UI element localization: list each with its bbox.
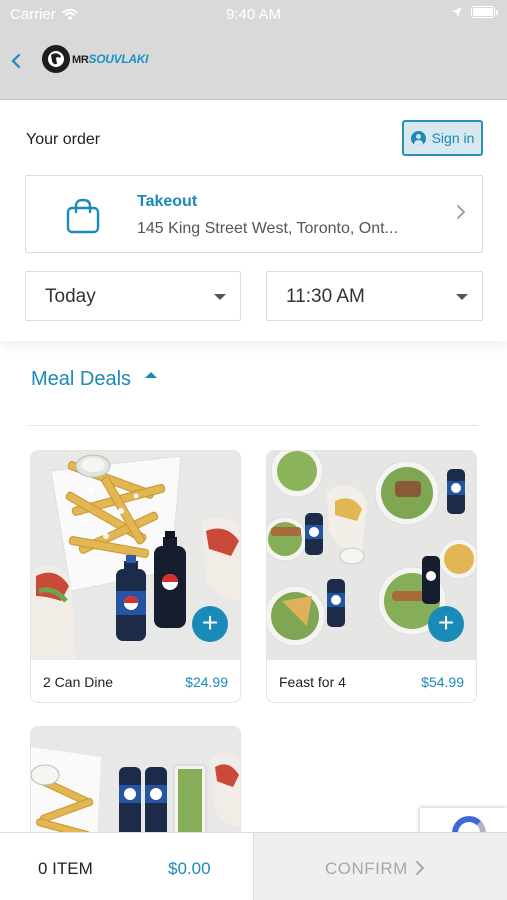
battery-icon (471, 6, 498, 18)
fulfillment-address: 145 King Street West, Toronto, Ont... (137, 220, 398, 237)
logo-mr: MR (72, 54, 89, 66)
caret-up-icon (145, 371, 158, 378)
product-name: 2 Can Dine (43, 674, 114, 690)
status-bar: Carrier 9:40 AM (0, 0, 507, 30)
shopping-bag-icon (66, 198, 100, 234)
confirm-label: CONFIRM (325, 859, 408, 878)
divider (29, 425, 478, 426)
order-panel: Your order Sign in Takeout 145 King Stre… (0, 101, 507, 341)
product-name: Feast for 4 (279, 674, 346, 690)
confirm-button[interactable]: CONFIRM (253, 833, 507, 900)
cart-item-count: 0 ITEM (38, 859, 93, 878)
category-title: Meal Deals (31, 368, 132, 390)
recaptcha-badge (420, 808, 507, 834)
order-title: Your order (26, 131, 101, 148)
chevron-right-icon (457, 205, 466, 219)
app-header: Carrier 9:40 AM MR SOUVLAKI (0, 0, 507, 100)
location-arrow-icon (452, 7, 462, 17)
caret-down-icon (456, 294, 468, 300)
fulfillment-type: Takeout (137, 193, 198, 210)
product-info: 2 Can Dine $24.99 (31, 659, 240, 702)
add-to-cart-button[interactable]: + (428, 606, 464, 642)
product-price: $54.99 (421, 674, 464, 690)
brand-logo: MR SOUVLAKI (42, 45, 148, 73)
status-time: 9:40 AM (225, 6, 282, 23)
day-value: Today (45, 286, 96, 307)
time-value: 11:30 AM (286, 286, 365, 307)
fulfillment-selector[interactable]: Takeout 145 King Street West, Toronto, O… (25, 175, 483, 253)
cart-bar: 0 ITEM $0.00 CONFIRM (0, 832, 507, 900)
add-to-cart-button[interactable]: + (192, 606, 228, 642)
product-info: Feast for 4 $54.99 (267, 659, 476, 702)
logo-wordmark: MR SOUVLAKI (72, 52, 148, 66)
user-circle-icon (410, 130, 426, 146)
product-card[interactable]: + Feast for 4 $54.99 (266, 450, 477, 703)
cart-total: $0.00 (168, 859, 211, 878)
product-card[interactable]: + 2 Can Dine $24.99 (30, 450, 241, 703)
sign-in-button[interactable]: Sign in (402, 120, 483, 156)
category-toggle[interactable]: Meal Deals (31, 368, 158, 391)
status-right (451, 6, 498, 18)
product-price: $24.99 (185, 674, 228, 690)
chevron-right-icon (416, 861, 425, 875)
day-select[interactable]: Today (25, 271, 241, 321)
logo-brand: SOUVLAKI (88, 52, 149, 66)
chevron-left-icon[interactable] (10, 52, 24, 70)
logo-face-icon (42, 45, 70, 73)
sign-in-label: Sign in (431, 130, 475, 146)
caret-down-icon (214, 294, 226, 300)
time-select[interactable]: 11:30 AM (266, 271, 483, 321)
